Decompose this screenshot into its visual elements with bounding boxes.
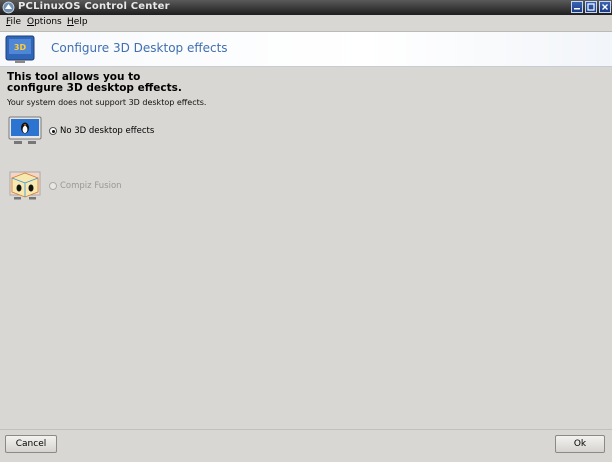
option-label-compiz-fusion: Compiz Fusion (60, 181, 122, 191)
menu-file[interactable]: File (6, 17, 21, 27)
app-icon (2, 1, 15, 14)
menu-file-label: ile (10, 17, 22, 27)
footer-divider (0, 429, 612, 430)
close-button[interactable] (599, 1, 611, 13)
heading-line-2: configure 3D desktop effects. (7, 82, 182, 94)
maximize-icon (587, 3, 595, 11)
close-icon (602, 4, 608, 10)
menu-help-mnemonic: H (67, 17, 74, 27)
menu-help[interactable]: Help (67, 17, 88, 27)
menu-options[interactable]: Options (27, 17, 62, 27)
page-title: Configure 3D Desktop effects (51, 41, 228, 55)
header-banner: 3D Configure 3D Desktop effects (0, 32, 612, 67)
radio-compiz-fusion[interactable] (49, 182, 57, 190)
3d-effects-icon: 3D (5, 35, 35, 63)
menu-help-label: elp (73, 17, 88, 27)
3d-effects-icon-text: 3D (14, 43, 27, 52)
window-title: PCLinuxOS Control Center (18, 1, 170, 12)
minimize-button[interactable] (571, 1, 583, 13)
support-notice: Your system does not support 3D desktop … (7, 98, 207, 107)
monitor-tux-icon (8, 116, 42, 144)
window-titlebar[interactable]: PCLinuxOS Control Center (0, 0, 612, 15)
minimize-icon (574, 8, 580, 10)
tool-description-heading: This tool allows you to configure 3D des… (7, 72, 307, 94)
maximize-button[interactable] (585, 1, 597, 13)
radio-no-3d-effects[interactable] (49, 127, 57, 135)
option-label-no-3d-effects[interactable]: No 3D desktop effects (60, 126, 154, 136)
menu-options-label: ptions (34, 17, 62, 27)
cube-tux-icon (9, 171, 41, 200)
cancel-button[interactable]: Cancel (5, 435, 57, 453)
ok-button[interactable]: Ok (555, 435, 605, 453)
menubar: File Options Help (0, 15, 612, 32)
